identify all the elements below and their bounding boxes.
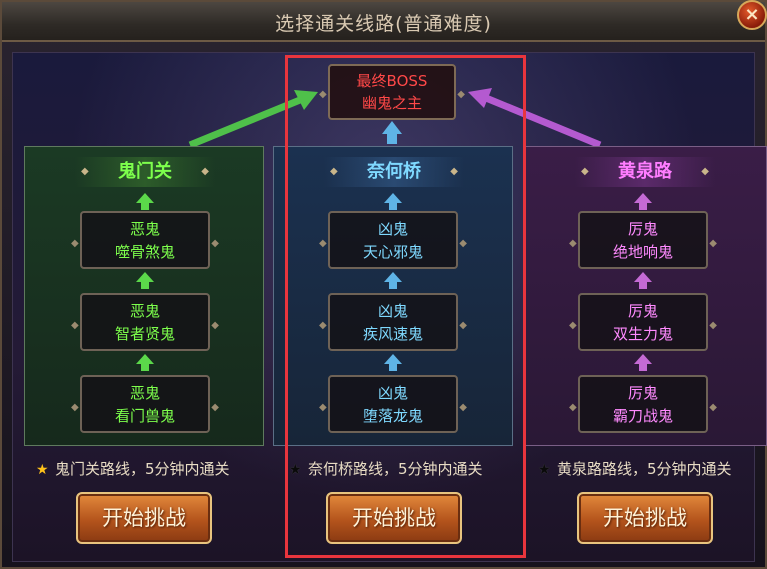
- star-icon: ★: [36, 462, 49, 478]
- route-desc-guimenguan: ★ 鬼门关路线，5分钟内通关: [36, 458, 230, 479]
- selected-route-highlight: [285, 55, 526, 558]
- node-name: 霸刀战鬼: [612, 407, 673, 425]
- stage-node[interactable]: 恶鬼 噬骨煞鬼: [71, 211, 219, 269]
- node-rank: 恶鬼: [129, 384, 160, 402]
- star-icon: ★: [538, 462, 551, 478]
- node-name: 智者贤鬼: [114, 325, 175, 343]
- stage-node[interactable]: 厉鬼 霸刀战鬼: [569, 375, 717, 433]
- arrow-stem: [141, 202, 149, 210]
- arrow-stem: [639, 363, 647, 371]
- stage-node[interactable]: 恶鬼 智者贤鬼: [71, 293, 219, 351]
- lane-title: 鬼门关: [75, 157, 215, 187]
- stage-node[interactable]: 恶鬼 看门兽鬼: [71, 375, 219, 433]
- close-icon[interactable]: ×: [737, 0, 767, 30]
- route-desc-text: 黄泉路路线，5分钟内通关: [557, 460, 732, 478]
- title-bar: 选择通关线路(普通难度): [2, 2, 765, 42]
- start-challenge-button-huangquanlu[interactable]: 开始挑战: [577, 492, 713, 544]
- node-rank: 恶鬼: [129, 302, 160, 320]
- stage-node[interactable]: 厉鬼 绝地响鬼: [569, 211, 717, 269]
- node-rank: 厉鬼: [627, 220, 658, 238]
- lane-huangquanlu: 黄泉路 厉鬼 绝地响鬼 厉鬼 双生力鬼 厉鬼 霸刀战鬼: [524, 146, 767, 446]
- node-rank: 恶鬼: [129, 220, 160, 238]
- node-name: 看门兽鬼: [114, 407, 175, 425]
- arrow-stem: [141, 281, 149, 289]
- arrow-stem: [639, 281, 647, 289]
- lane-title: 黄泉路: [575, 157, 715, 187]
- node-rank: 厉鬼: [627, 302, 658, 320]
- route-desc-text: 鬼门关路线，5分钟内通关: [55, 460, 230, 478]
- node-name: 双生力鬼: [612, 325, 673, 343]
- node-name: 绝地响鬼: [612, 243, 673, 261]
- node-rank: 厉鬼: [627, 384, 658, 402]
- arrow-stem: [141, 363, 149, 371]
- node-name: 噬骨煞鬼: [114, 243, 175, 261]
- start-challenge-button-guimenguan[interactable]: 开始挑战: [76, 492, 212, 544]
- lane-guimenguan: 鬼门关 恶鬼 噬骨煞鬼 恶鬼 智者贤鬼 恶鬼 看门兽鬼: [24, 146, 264, 446]
- arrow-stem: [639, 202, 647, 210]
- stage-node[interactable]: 厉鬼 双生力鬼: [569, 293, 717, 351]
- route-desc-huangquanlu: ★ 黄泉路路线，5分钟内通关: [538, 458, 732, 479]
- window-title: 选择通关线路(普通难度): [275, 13, 492, 35]
